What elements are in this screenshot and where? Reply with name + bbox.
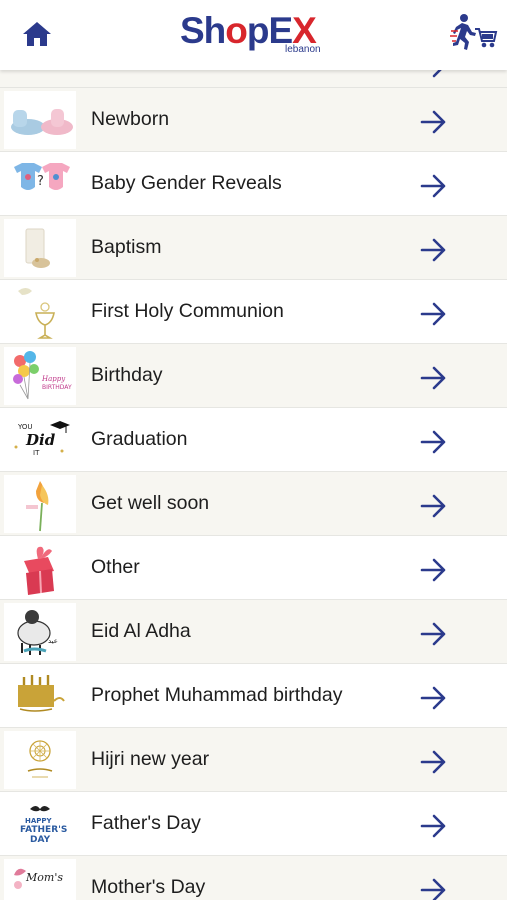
list-item-first-holy-communion[interactable]: First Holy Communion (0, 280, 507, 344)
list-item-birthday[interactable]: Happy BIRTHDAY Birthday (0, 344, 507, 408)
list-item-hijri-new-year[interactable]: Hijri new year (0, 728, 507, 792)
baby-onesies-icon: ? (4, 155, 76, 213)
app-header: ShopEX lebanon (0, 0, 507, 70)
arrow-right-icon (420, 174, 446, 198)
mothers-day-icon: Mom's (4, 859, 76, 900)
svg-text:Did: Did (25, 431, 56, 449)
delivery-cart-icon (450, 14, 498, 50)
arrow-right-icon (420, 622, 446, 646)
mustache-icon: HAPPY FATHER'S DAY (4, 795, 76, 853)
list-item-label: Eid Al Adha (91, 620, 191, 642)
arrow-right-icon (420, 238, 446, 262)
list-item-get-well-soon[interactable]: Get well soon (0, 472, 507, 536)
dove-chalice-icon (4, 283, 76, 341)
list-item-label: Father's Day (91, 812, 201, 834)
list-item-graduation[interactable]: YOU Did IT Graduation (0, 408, 507, 472)
home-icon (23, 22, 51, 46)
svg-text:DAY: DAY (30, 835, 51, 845)
list-item-label: Baptism (91, 236, 162, 258)
ornament-gold-icon (4, 731, 76, 789)
arrow-right-icon (420, 878, 446, 900)
arrow-right-icon (420, 366, 446, 390)
graduation-cap-icon: YOU Did IT (4, 411, 76, 469)
baptism-candle-icon (4, 219, 76, 277)
list-item-label: Prophet Muhammad birthday (91, 684, 343, 706)
svg-text:FATHER'S: FATHER'S (20, 825, 67, 835)
shopex-logo[interactable]: ShopEX lebanon (180, 8, 330, 58)
svg-text:HAPPY: HAPPY (25, 817, 53, 825)
svg-text:BIRTHDAY: BIRTHDAY (42, 384, 72, 391)
arrow-right-icon (420, 558, 446, 582)
svg-text:YOU: YOU (17, 423, 33, 431)
list-item-label: Mother's Day (91, 876, 206, 898)
list-item-other[interactable]: Other (0, 536, 507, 600)
list-item-label: First Holy Communion (91, 300, 284, 322)
list-item-label: Graduation (91, 428, 188, 450)
list-item-eid-al-adha[interactable]: عيد Eid Al Adha (0, 600, 507, 664)
svg-text:?: ? (37, 174, 44, 189)
list-item-baptism[interactable]: Baptism (0, 216, 507, 280)
svg-text:Mom's: Mom's (25, 871, 63, 884)
list-item-baby-gender-reveals[interactable]: ? Baby Gender Reveals (0, 152, 507, 216)
list-item-label: Birthday (91, 364, 163, 386)
arrow-right-icon (420, 430, 446, 454)
home-button[interactable] (20, 18, 54, 50)
list-item-label: Hijri new year (91, 748, 210, 770)
arrow-right-icon (420, 750, 446, 774)
list-item-fathers-day[interactable]: HAPPY FATHER'S DAY Father's Day (0, 792, 507, 856)
list-item-label: Get well soon (91, 492, 210, 514)
svg-text:عيد: عيد (48, 637, 58, 645)
list-item-label: Newborn (91, 108, 170, 130)
mosque-gold-icon (4, 667, 76, 725)
arrow-right-icon (420, 494, 446, 518)
arrow-right-icon (420, 302, 446, 326)
list-item-partial[interactable] (0, 54, 507, 88)
flower-icon (4, 475, 76, 533)
arrow-right-icon (420, 814, 446, 838)
list-item-label: Baby Gender Reveals (91, 172, 282, 194)
list-item-newborn[interactable]: Newborn (0, 88, 507, 152)
baby-shoes-icon (4, 91, 76, 149)
balloons-icon: Happy BIRTHDAY (4, 347, 76, 405)
arrow-right-icon (420, 686, 446, 710)
list-item-label: Other (91, 556, 140, 578)
sheep-icon: عيد (4, 603, 76, 661)
list-item-mothers-day[interactable]: Mom's Mother's Day (0, 856, 507, 900)
list-item-prophet-muhammad-birthday[interactable]: Prophet Muhammad birthday (0, 664, 507, 728)
gift-box-icon (4, 539, 76, 597)
delivery-cart-button[interactable] (450, 12, 498, 52)
svg-text:Happy: Happy (41, 375, 66, 383)
arrow-right-icon (420, 110, 446, 134)
logo-subtitle: lebanon (285, 44, 321, 55)
svg-text:IT: IT (33, 449, 40, 457)
